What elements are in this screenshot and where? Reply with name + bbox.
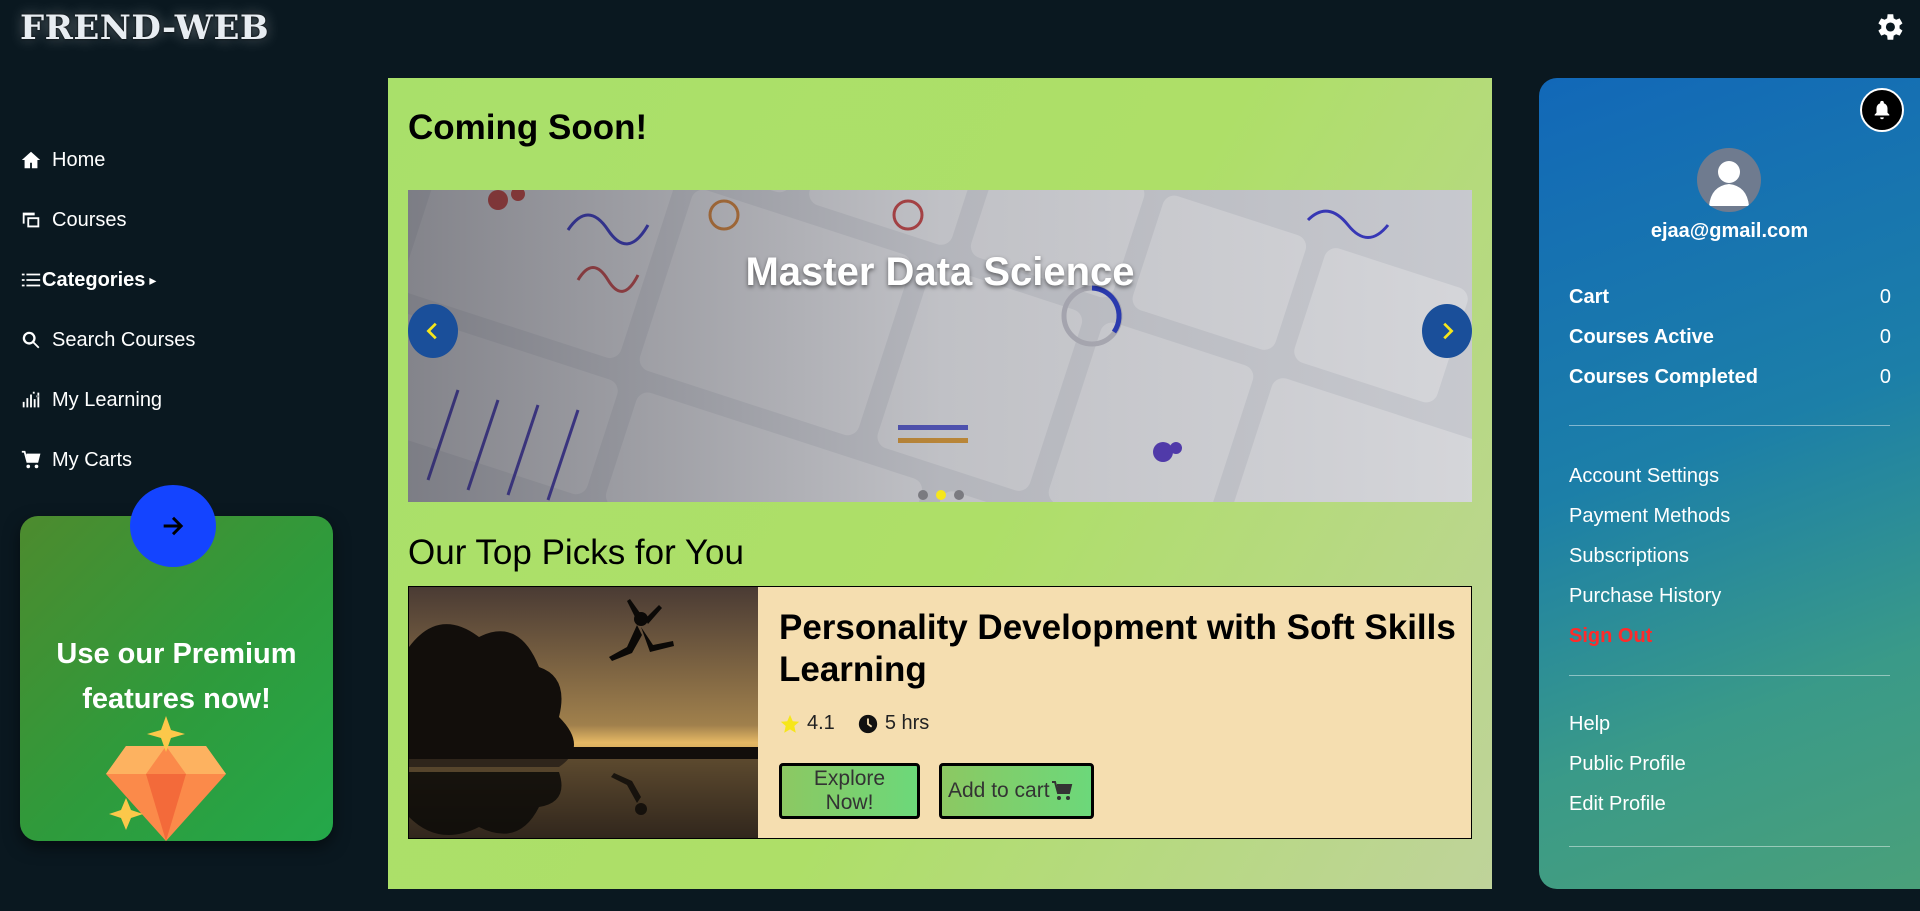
chevron-right-icon <box>1443 322 1454 340</box>
nav-item-categories[interactable]: Categories ▸ <box>20 250 330 310</box>
nav-item-label: Courses <box>52 208 127 231</box>
payment-methods-link[interactable]: Payment Methods <box>1569 505 1891 545</box>
app-logo[interactable]: FREND-WEB <box>20 8 269 48</box>
carousel[interactable]: Master Data Science <box>408 190 1472 502</box>
stat-label: Cart <box>1569 286 1610 308</box>
arrow-right-icon <box>163 516 184 536</box>
carousel-dot[interactable] <box>918 490 928 500</box>
stat-label: Courses Completed <box>1569 366 1758 388</box>
nav-item-label: My Carts <box>52 448 132 471</box>
profile-panel: ejaa@gmail.com Cart 0 Courses Active 0 C… <box>1539 78 1920 889</box>
nav-item-search-courses[interactable]: Search Courses <box>20 310 330 370</box>
nav-item-home[interactable]: Home <box>20 130 330 190</box>
user-icon <box>1709 161 1749 206</box>
search-icon <box>22 331 40 349</box>
notification-button[interactable] <box>1860 88 1904 132</box>
cart-icon <box>21 450 41 469</box>
explore-now-label: Explore Now! <box>813 767 886 814</box>
carousel-slide-title: Master Data Science <box>745 250 1135 294</box>
learning-icon <box>22 391 40 408</box>
course-thumbnail <box>409 587 758 838</box>
edit-profile-link[interactable]: Edit Profile <box>1569 793 1891 833</box>
sidebar-nav: Home Courses Categories ▸ Search Courses… <box>20 130 330 490</box>
profile-stats: Cart 0 Courses Active 0 Courses Complete… <box>1569 286 1891 406</box>
public-profile-link[interactable]: Public Profile <box>1569 753 1891 793</box>
premium-arrow-button[interactable] <box>130 485 216 567</box>
divider <box>1569 425 1890 426</box>
chevron-left-icon <box>426 322 437 340</box>
divider <box>1569 675 1890 676</box>
list-icon <box>21 273 41 287</box>
course-title[interactable]: Personality Development with Soft Skills… <box>779 607 1459 691</box>
nav-item-label: Home <box>52 148 106 171</box>
coming-soon-heading: Coming Soon! <box>408 108 648 147</box>
carousel-indicators <box>918 490 964 500</box>
main-panel: Coming Soon! Master Data Science Our Top… <box>388 78 1492 889</box>
caret-right-icon: ▸ <box>149 271 157 288</box>
stat-label: Courses Active <box>1569 326 1714 348</box>
gear-icon[interactable] <box>1872 10 1906 44</box>
stat-value: 0 <box>1879 326 1891 348</box>
sign-out-link[interactable]: Sign Out <box>1569 625 1891 665</box>
carousel-next-button[interactable] <box>1422 304 1472 358</box>
account-links: Account Settings Payment Methods Subscri… <box>1569 465 1891 665</box>
stat-courses-completed: Courses Completed 0 <box>1569 366 1891 406</box>
course-rating: 4.1 <box>807 712 835 734</box>
purchase-history-link[interactable]: Purchase History <box>1569 585 1891 625</box>
stat-cart: Cart 0 <box>1569 286 1891 326</box>
user-email: ejaa@gmail.com <box>1650 220 1809 242</box>
carousel-prev-button[interactable] <box>408 304 458 358</box>
add-to-cart-label: Add to cart <box>948 779 1050 802</box>
course-card[interactable]: Personality Development with Soft Skills… <box>408 586 1472 839</box>
nav-item-label: Search Courses <box>52 328 196 351</box>
help-links: Help Public Profile Edit Profile <box>1569 713 1891 833</box>
home-icon <box>21 151 41 169</box>
stat-value: 0 <box>1879 366 1891 388</box>
premium-text: Use our Premium features now! <box>56 638 297 715</box>
carousel-dot-active[interactable] <box>936 490 946 500</box>
star-icon <box>780 714 800 733</box>
carousel-dot[interactable] <box>954 490 964 500</box>
nav-item-my-learning[interactable]: My Learning <box>20 370 330 430</box>
cart-icon <box>1051 781 1072 800</box>
subscriptions-link[interactable]: Subscriptions <box>1569 545 1891 585</box>
account-settings-link[interactable]: Account Settings <box>1569 465 1891 505</box>
top-picks-heading: Our Top Picks for You <box>408 533 744 572</box>
stat-value: 0 <box>1879 286 1891 308</box>
help-link[interactable]: Help <box>1569 713 1891 753</box>
course-duration: 5 hrs <box>884 712 930 734</box>
explore-now-button[interactable]: Explore Now! <box>779 763 920 819</box>
nav-item-my-carts[interactable]: My Carts <box>20 430 330 490</box>
courses-icon <box>22 212 40 228</box>
nav-item-label: My Learning <box>52 388 163 411</box>
carousel-overlay <box>408 190 1472 502</box>
divider <box>1569 846 1890 847</box>
avatar[interactable] <box>1697 148 1761 212</box>
nav-item-label: Categories <box>42 268 146 291</box>
clock-icon <box>858 714 877 733</box>
bell-icon <box>1874 100 1890 120</box>
stat-courses-active: Courses Active 0 <box>1569 326 1891 366</box>
add-to-cart-button[interactable]: Add to cart <box>939 763 1094 819</box>
nav-item-courses[interactable]: Courses <box>20 190 330 250</box>
diamond-icon <box>106 716 226 841</box>
course-meta: 4.1 5 hrs <box>779 712 929 735</box>
